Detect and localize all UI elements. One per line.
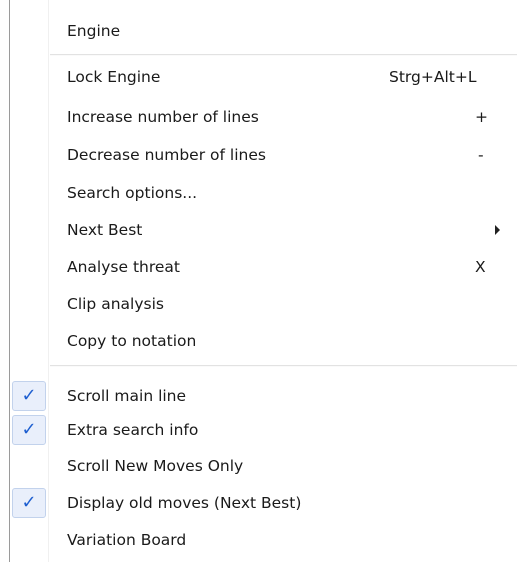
shortcut-text: -	[478, 146, 484, 164]
checkmark-icon: ✓	[12, 488, 46, 518]
menu-item-label: Display old moves (Next Best)	[67, 494, 302, 512]
menu-item-analyse-threat[interactable]: Analyse threat X	[50, 249, 517, 285]
shortcut-text: Strg+Alt+L	[389, 68, 477, 86]
menu-item-label: Decrease number of lines	[67, 146, 266, 164]
menu-item-label: Clip analysis	[67, 295, 164, 313]
menu-item-extra-search-info[interactable]: Extra search info	[50, 412, 517, 448]
menu-item-scroll-new-moves-only[interactable]: Scroll New Moves Only	[50, 448, 517, 484]
menu-item-label: Next Best	[67, 221, 143, 239]
menu-item-copy-to-notation[interactable]: Copy to notation	[50, 323, 517, 359]
menu-item-decrease-lines[interactable]: Decrease number of lines -	[50, 137, 517, 173]
menu-item-scroll-main-line[interactable]: Scroll main line	[50, 378, 517, 414]
menu-item-label: Analyse threat	[67, 258, 180, 276]
menu-item-increase-lines[interactable]: Increase number of lines +	[50, 99, 517, 135]
submenu-arrow-icon	[495, 225, 500, 235]
menu-item-label: Increase number of lines	[67, 108, 259, 126]
menu-item-label: Extra search info	[67, 421, 199, 439]
shortcut-text: X	[475, 258, 486, 276]
menu-item-label: Search options...	[67, 184, 198, 202]
menu-item-search-options[interactable]: Search options...	[50, 175, 517, 211]
menu-separator	[50, 365, 517, 367]
engine-context-menu: Engine Lock Engine Strg+Alt+L Increase n…	[0, 0, 517, 562]
menu-header-engine[interactable]: Engine	[50, 13, 517, 49]
menu-item-label: Scroll New Moves Only	[67, 457, 244, 475]
checkmark-icon: ✓	[12, 381, 46, 411]
menu-item-label: Scroll main line	[67, 387, 187, 405]
menu-item-label: Copy to notation	[67, 332, 197, 350]
menu-item-lock-engine[interactable]: Lock Engine Strg+Alt+L	[50, 59, 517, 95]
icon-gutter-separator	[48, 0, 49, 562]
menu-separator	[50, 54, 517, 56]
menu-header-label: Engine	[67, 22, 121, 40]
menu-left-border	[9, 0, 10, 562]
menu-item-label: Lock Engine	[67, 68, 161, 86]
menu-item-variation-board[interactable]: Variation Board	[50, 522, 517, 558]
menu-item-next-best[interactable]: Next Best	[50, 212, 517, 248]
shortcut-text: +	[475, 108, 488, 126]
menu-item-clip-analysis[interactable]: Clip analysis	[50, 286, 517, 322]
checkmark-icon: ✓	[12, 415, 46, 445]
menu-item-display-old-moves[interactable]: Display old moves (Next Best)	[50, 485, 517, 521]
menu-item-label: Variation Board	[67, 531, 187, 549]
